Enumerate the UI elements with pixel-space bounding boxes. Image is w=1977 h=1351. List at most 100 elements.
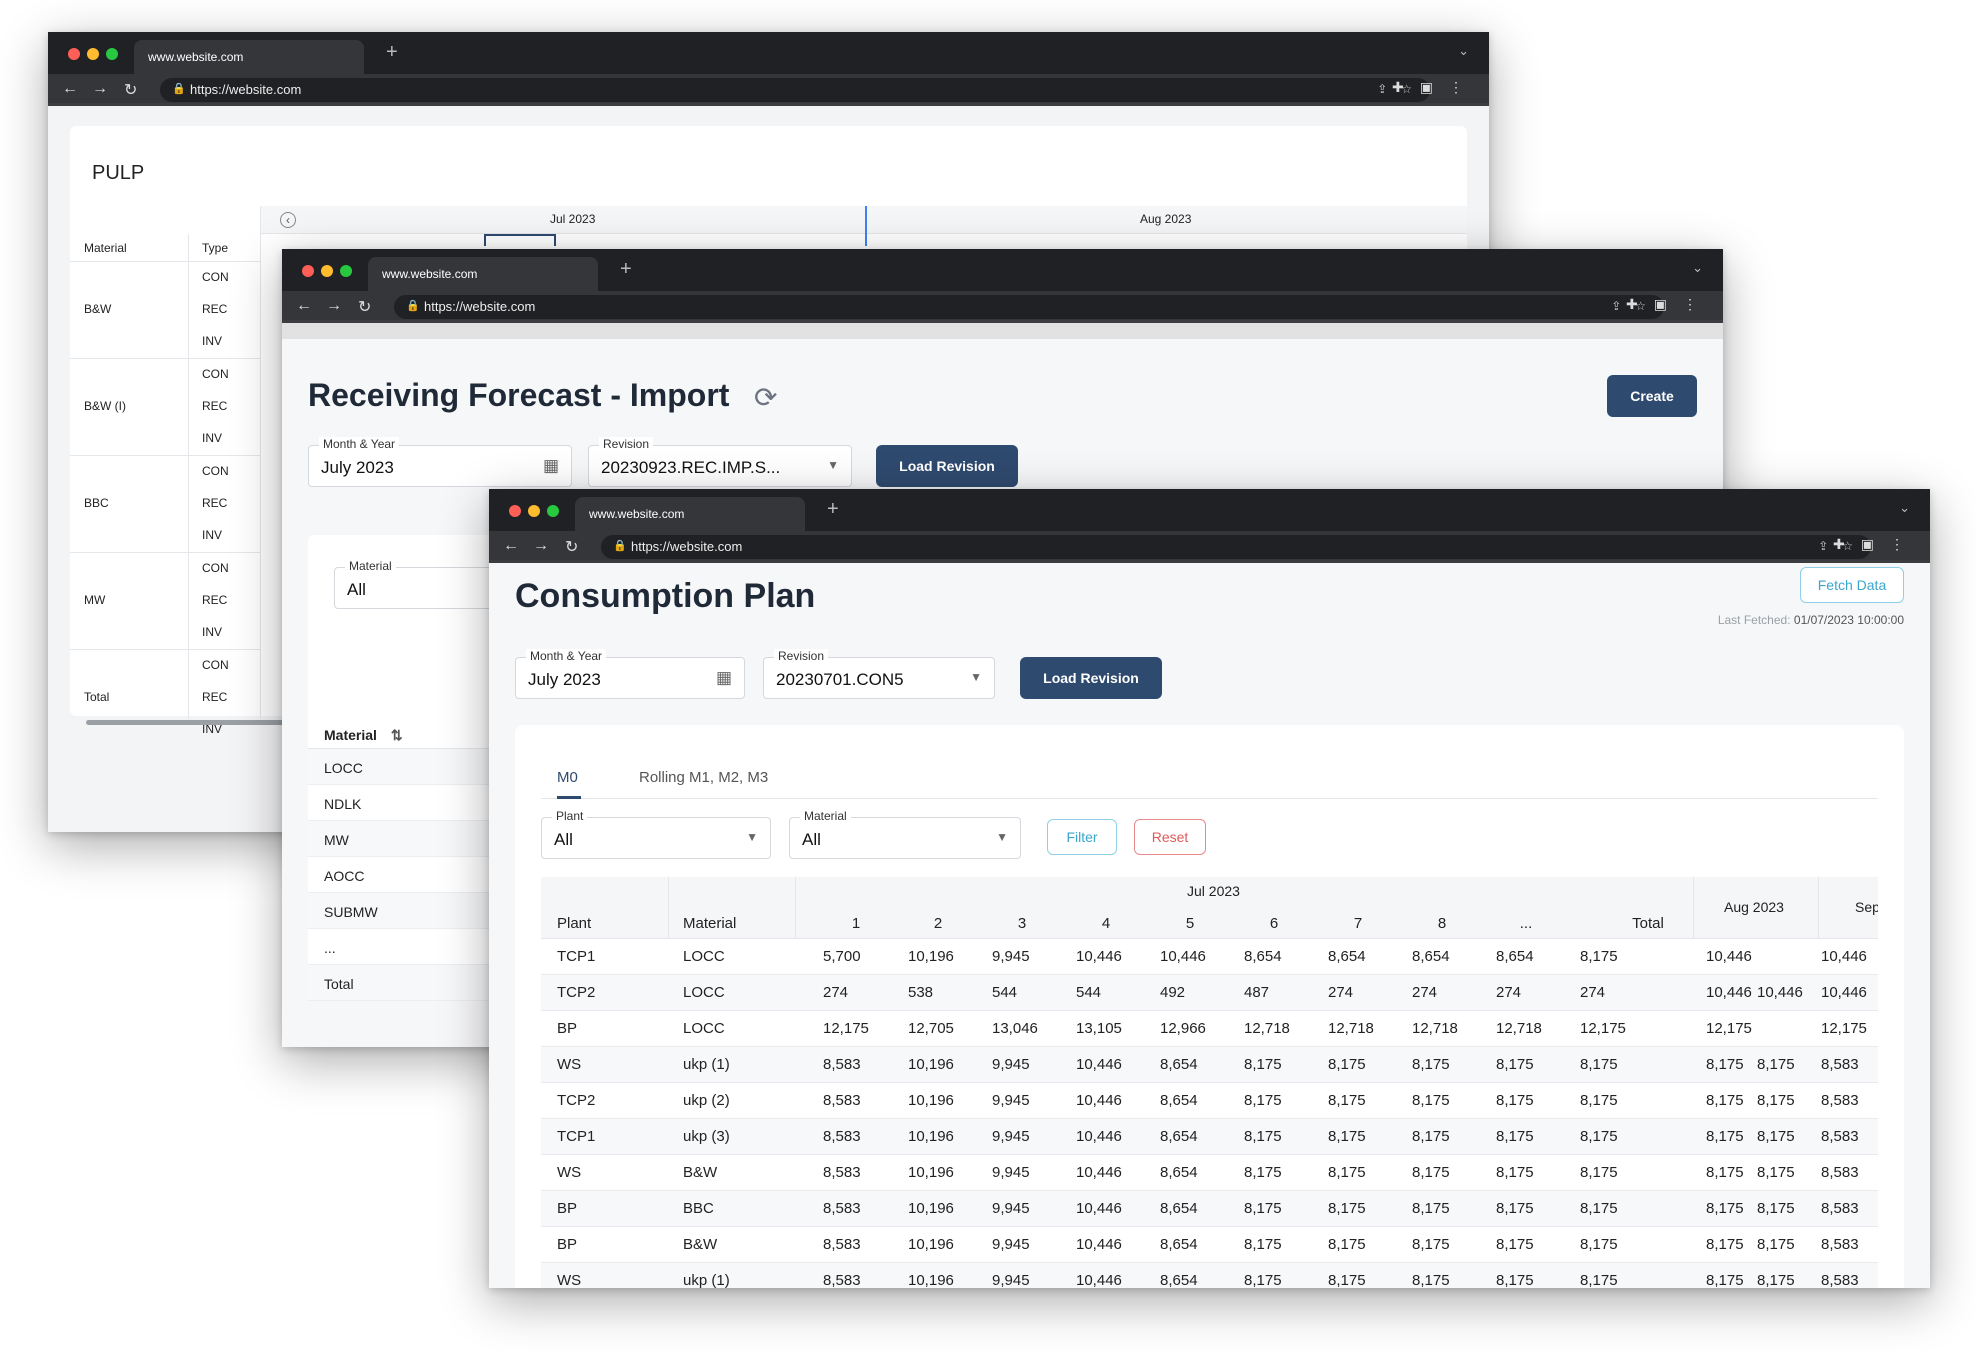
tab-m0[interactable]: M0 [557,769,578,786]
new-tab-button[interactable]: + [386,41,398,64]
close-window-button[interactable] [68,48,80,60]
refresh-icon[interactable]: ⟳ [754,381,777,414]
forward-icon[interactable]: → [326,297,342,315]
selected-day-cell[interactable] [484,234,556,246]
consumption-window: www.website.com + ⌄ ← → ↻ 🔒 https://websi… [489,489,1930,1288]
calendar-icon[interactable]: ▦ [543,456,559,476]
revision-select[interactable]: Revision 20230923.REC.IMP.S... ▼ [588,437,852,487]
cell-total: 8,175 [1580,1200,1618,1217]
column-divider [668,877,669,939]
material-filter[interactable]: Material All [334,559,514,609]
table-row[interactable]: TCP2 ukp (2) 8,583 10,196 9,945 10,446 8,654 8,… [541,1083,1878,1119]
material-list: Material ⇅ LOCC NDLK MW AOCC SUBMW ... T… [308,707,508,1001]
cell-day-value: 5,700 [823,948,861,965]
load-revision-button[interactable]: Load Revision [876,445,1018,487]
forward-icon[interactable]: → [92,80,108,98]
top-strip [282,323,1723,339]
chevron-down-icon[interactable]: ▼ [996,830,1008,844]
cell-material: ukp (3) [683,1128,730,1145]
maximize-window-button[interactable] [340,265,352,277]
cell-day-value: 487 [1244,984,1270,1001]
sort-icon[interactable]: ⇅ [391,727,403,743]
new-tab-button[interactable]: + [827,498,839,521]
reload-icon[interactable]: ↻ [358,297,371,317]
browser-tab[interactable]: www.website.com [575,497,805,531]
minimize-window-button[interactable] [87,48,99,60]
table-row[interactable]: BP BBC 8,583 10,196 9,945 10,446 8,654 8,175 8,1… [541,1191,1878,1227]
chevron-down-icon[interactable]: ⌄ [1458,43,1469,59]
group-material: B&W (I) [84,399,126,413]
cell-day-value: 8,175 [1412,1092,1450,1109]
address-bar[interactable]: 🔒 https://website.com ⇪☆ [601,535,1871,559]
cell-day-value: 8,175 [1412,1200,1450,1217]
table-row[interactable]: TCP1 LOCC 5,700 10,196 9,945 10,446 10,446 8,65… [541,939,1878,975]
maximize-window-button[interactable] [547,505,559,517]
table-row[interactable]: BP LOCC 12,175 12,705 13,046 13,105 12,966 12,7… [541,1011,1878,1047]
list-header: Material ⇅ [308,707,508,749]
group-type: REC [202,593,228,607]
table-row[interactable]: BP B&W 8,583 10,196 9,945 10,446 8,654 8,175 8,1… [541,1227,1878,1263]
page-title: PULP [92,162,145,184]
calendar-icon[interactable]: ▦ [716,668,732,688]
back-icon[interactable]: ← [62,80,78,98]
cell-material: LOCC [683,948,725,965]
cell-day-value: 10,446 [1076,1092,1122,1109]
field-value: 20230701.CON5 [776,670,904,689]
chevron-down-icon[interactable]: ▼ [970,670,982,684]
month-year-picker[interactable]: Month & Year July 2023 ▦ [308,437,572,487]
close-window-button[interactable] [509,505,521,517]
cell-material: ukp (1) [683,1056,730,1073]
back-icon[interactable]: ← [503,537,519,555]
new-tab-button[interactable]: + [620,258,632,281]
load-revision-button[interactable]: Load Revision [1020,657,1162,699]
fetch-data-button[interactable]: Fetch Data [1800,567,1904,603]
back-icon[interactable]: ← [296,297,312,315]
filter-button[interactable]: Filter [1047,819,1117,855]
cell-day-value: 12,718 [1328,1020,1374,1037]
address-bar[interactable]: 🔒 https://website.com ⇪☆ [394,295,1664,319]
cell-material: B&W [683,1164,718,1181]
table-row[interactable]: TCP2 LOCC 274 538 544 544 492 487 274 274 274 274 10… [541,975,1878,1011]
reload-icon[interactable]: ↻ [124,80,137,100]
month-year-picker[interactable]: Month & Year July 2023 ▦ [515,649,745,699]
browser-tab[interactable]: www.website.com [368,257,598,291]
cell-aug-value: 8,175 [1757,1128,1795,1145]
table-row[interactable]: WS B&W 8,583 10,196 9,945 10,446 8,654 8,175 8,1… [541,1155,1878,1191]
plant-select[interactable]: Plant All ▼ [541,809,771,859]
cell-day-value: 10,446 [1076,1236,1122,1253]
minimize-window-button[interactable] [321,265,333,277]
cell-plant: WS [557,1056,582,1073]
chevron-down-icon[interactable]: ▼ [827,458,839,472]
table-row[interactable]: WS ukp (1) 8,583 10,196 9,945 10,446 8,654 8,17… [541,1263,1878,1288]
chevron-down-icon[interactable]: ⌄ [1899,500,1910,516]
cell-day-value: 274 [823,984,849,1001]
extension-sidebar-menu-icons[interactable]: ✚▣⋮ [1833,536,1920,553]
material-select[interactable]: Material All ▼ [789,809,1021,859]
tab-rolling[interactable]: Rolling M1, M2, M3 [639,769,768,786]
address-bar[interactable]: 🔒 https://website.com ⇪☆ [160,78,1430,102]
revision-select[interactable]: Revision 20230701.CON5 ▼ [763,649,995,699]
browser-tabbar: www.website.com + ⌄ [489,489,1930,531]
chevron-left-icon[interactable]: ‹ [280,212,296,228]
col-day: ... [1519,915,1533,932]
cell-day-value: 9,945 [992,1092,1030,1109]
reset-button[interactable]: Reset [1134,819,1206,855]
cell-aug-value: 8,175 [1757,1272,1795,1288]
table-row[interactable]: TCP1 ukp (3) 8,583 10,196 9,945 10,446 8,654 8,… [541,1119,1878,1155]
extension-sidebar-menu-icons[interactable]: ✚▣⋮ [1392,79,1479,96]
create-button[interactable]: Create [1607,375,1697,417]
cell-day-value: 274 [1328,984,1354,1001]
cell-day-value: 8,583 [823,1236,861,1253]
material-group: B&W CON REC INV [70,262,260,359]
forward-icon[interactable]: → [533,537,549,555]
minimize-window-button[interactable] [528,505,540,517]
extension-sidebar-menu-icons[interactable]: ✚▣⋮ [1626,296,1713,313]
browser-tab[interactable]: www.website.com [134,40,364,74]
table-row[interactable]: WS ukp (1) 8,583 10,196 9,945 10,446 8,654 8,17… [541,1047,1878,1083]
maximize-window-button[interactable] [106,48,118,60]
group-header-sep: Sep [1855,899,1878,915]
chevron-down-icon[interactable]: ▼ [746,830,758,844]
close-window-button[interactable] [302,265,314,277]
chevron-down-icon[interactable]: ⌄ [1692,260,1703,276]
reload-icon[interactable]: ↻ [565,537,578,557]
